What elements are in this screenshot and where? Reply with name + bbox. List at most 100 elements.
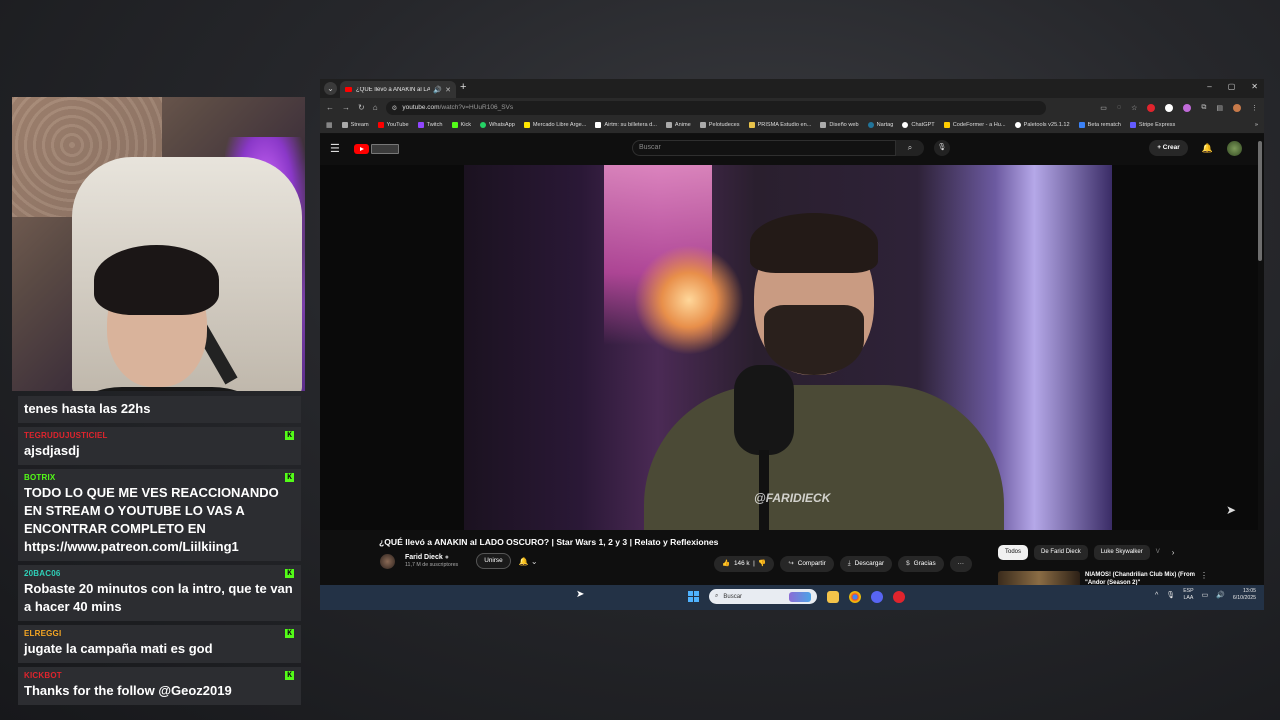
extension-purple-icon[interactable] — [1183, 103, 1192, 112]
chip-luke-skywalker[interactable]: Luke Skywalker — [1093, 545, 1150, 560]
notifications-bell-icon[interactable]: 🔔 — [1202, 143, 1213, 154]
clock[interactable]: 13:05 6/10/2025 — [1233, 588, 1256, 602]
youtube-logo[interactable] — [353, 143, 399, 154]
tab-close-icon[interactable]: ✕ — [445, 86, 451, 94]
chevron-right-icon[interactable]: › — [1172, 548, 1175, 557]
file-explorer-icon[interactable] — [827, 590, 839, 603]
recommended-thumbnail[interactable] — [998, 571, 1080, 585]
bookmark-item[interactable]: ChatGPT — [902, 122, 935, 128]
bookmark-item[interactable]: Pelotudeces — [699, 122, 740, 128]
microphone-icon[interactable]: 🎙 — [1166, 591, 1175, 599]
search-highlight-icon — [789, 591, 811, 602]
tab-youtube-video[interactable]: ¿QUÉ llevó a ANAKIN al LAD 🔊 ✕ — [340, 81, 456, 98]
bookmark-item[interactable]: PRISMA Estudio en... — [748, 122, 811, 128]
tab-search-icon[interactable]: ⌄ — [324, 82, 337, 95]
chip-all[interactable]: Todos — [998, 545, 1029, 560]
microphone-icon[interactable]: 🎙 — [934, 140, 950, 156]
bookmark-item[interactable]: Stripe Express — [1129, 122, 1175, 128]
bookmark-item[interactable]: Paletools v25.1.12 — [1014, 122, 1070, 128]
channel-watermark-icon[interactable]: ➤ — [1226, 503, 1236, 517]
chat-username[interactable]: TEGRUDUJUSTICIEL — [24, 431, 295, 440]
thumbs-down-icon[interactable]: 👎 — [758, 560, 766, 567]
account-avatar[interactable] — [1227, 140, 1242, 156]
sidebar-icon[interactable]: ▤ — [1216, 104, 1223, 112]
bookmark-item[interactable]: Nartag — [867, 122, 893, 128]
menu-hamburger-icon[interactable]: ☰ — [330, 142, 340, 155]
video-player[interactable]: @FARIDIECK — [464, 165, 1112, 530]
bookmark-item[interactable]: Stream — [341, 122, 369, 128]
bookmark-item[interactable]: Kick — [451, 122, 471, 128]
forward-arrow-icon[interactable]: → — [342, 103, 350, 112]
extensions-puzzle-icon[interactable]: ⧉ — [1201, 104, 1206, 112]
new-tab-button[interactable]: + — [460, 81, 466, 93]
more-bookmarks-button[interactable]: » — [1255, 122, 1258, 128]
chat-username[interactable]: ELREGGI — [24, 629, 295, 638]
cast-icon[interactable]: ▭ — [1100, 104, 1107, 112]
create-button[interactable]: + Crear — [1149, 140, 1188, 156]
windows-start-icon[interactable] — [688, 591, 699, 602]
extension-red-icon[interactable] — [1147, 103, 1156, 112]
join-button[interactable]: Unirse — [476, 553, 511, 569]
reload-icon[interactable]: ↻ — [358, 103, 365, 112]
subscription-bell-icon[interactable]: 🔔 ⌄ — [519, 557, 538, 566]
volume-icon[interactable]: 🔊 — [1216, 591, 1225, 599]
profile-avatar[interactable] — [1233, 103, 1241, 112]
like-button[interactable]: 👍 146 k | 👎 — [714, 556, 775, 572]
taskbar-apps: ⌕ Buscar — [688, 589, 905, 604]
youtube-search-input[interactable]: Buscar — [632, 140, 896, 156]
bookmark-item[interactable]: Diseño web — [820, 122, 859, 128]
browser-menu-icon[interactable]: ⋮ — [1251, 104, 1258, 112]
discord-icon[interactable] — [871, 590, 883, 603]
chevron-up-icon[interactable]: ^ — [1155, 592, 1158, 599]
minimize-button[interactable]: – — [1207, 82, 1211, 91]
bookmark-item[interactable]: Mercado Libre Arge... — [523, 122, 586, 128]
extension-white-icon[interactable] — [1165, 103, 1174, 112]
more-actions-button[interactable]: ··· — [949, 556, 973, 572]
paletools-icon — [1014, 122, 1021, 128]
chat-username[interactable]: KICKBOT — [24, 671, 295, 680]
site-info-icon[interactable]: ⚙ — [392, 104, 398, 112]
bookmark-item[interactable]: WhatsApp — [480, 122, 515, 128]
chip-truncated[interactable]: V — [1156, 545, 1160, 560]
thanks-button[interactable]: $ Gracias — [898, 556, 944, 572]
url-host: youtube.com — [402, 104, 440, 111]
recommended-video[interactable]: NIAMOS! (Chandrilian Club Mix) (From "An… — [998, 571, 1208, 585]
bookmark-item[interactable]: Twitch — [417, 122, 443, 128]
url-input[interactable]: ⚙ youtube.com /watch?v=HUuR106_SVs — [385, 100, 1046, 115]
recommended-title[interactable]: NIAMOS! (Chandrilian Club Mix) (From "An… — [1085, 571, 1195, 585]
chat-username[interactable]: BOTRIX — [24, 473, 295, 482]
channel-name[interactable]: Farid Dieck ● — [405, 554, 458, 561]
network-icon[interactable]: ▭ — [1202, 591, 1209, 599]
chrome-icon[interactable] — [849, 590, 861, 603]
apps-grid-icon[interactable]: ▦ — [326, 121, 333, 129]
maximize-button[interactable]: ▢ — [1228, 82, 1236, 91]
bookmark-item[interactable]: YouTube — [377, 122, 409, 128]
star-icon[interactable]: ☆ — [1131, 104, 1137, 112]
language-indicator[interactable]: ESP LAA — [1183, 588, 1193, 602]
eye-off-icon[interactable]: ◌ — [1117, 104, 1121, 111]
bookmark-item[interactable]: Anime — [665, 122, 691, 128]
app-red-icon[interactable] — [893, 590, 905, 603]
bookmark-item[interactable]: Airtm: su billetera d... — [595, 122, 657, 128]
bookmark-item[interactable]: CodeFormer - a Hu... — [943, 122, 1006, 128]
youtube-header: ☰ Buscar ⌕ 🎙 + Crear 🔔 — [320, 134, 1264, 163]
more-options-icon[interactable]: ⋮ — [1200, 571, 1208, 585]
chat-username[interactable]: 20BAC06 — [24, 569, 295, 578]
channel-avatar[interactable] — [380, 553, 395, 569]
tab-title: ¿QUÉ llevó a ANAKIN al LAD — [356, 86, 431, 93]
video-lamp — [634, 245, 744, 355]
speaker-icon[interactable]: 🔊 — [433, 86, 442, 94]
close-window-button[interactable]: ✕ — [1251, 82, 1258, 91]
chat-message: 20BAC06 Robaste 20 minutos con la intro,… — [18, 565, 301, 621]
download-button[interactable]: ⤓ Descargar — [839, 556, 893, 572]
chip-from-channel[interactable]: De Farid Dieck — [1034, 545, 1088, 560]
chat-message: BOTRIX TODO LO QUE ME VES REACCIONANDO E… — [18, 469, 301, 561]
back-arrow-icon[interactable]: ← — [326, 103, 334, 112]
share-button[interactable]: ↪ Compartir — [780, 556, 834, 572]
bookmark-item[interactable]: Beta rematch — [1078, 122, 1121, 128]
page-scrollbar[interactable] — [1258, 141, 1262, 261]
search-icon[interactable]: ⌕ — [896, 140, 924, 156]
home-icon[interactable]: ⌂ — [373, 103, 378, 112]
address-bar-row: ← → ↻ ⌂ ⚙ youtube.com /watch?v=HUuR106_S… — [320, 98, 1264, 117]
taskbar-search-input[interactable]: ⌕ Buscar — [709, 589, 817, 604]
